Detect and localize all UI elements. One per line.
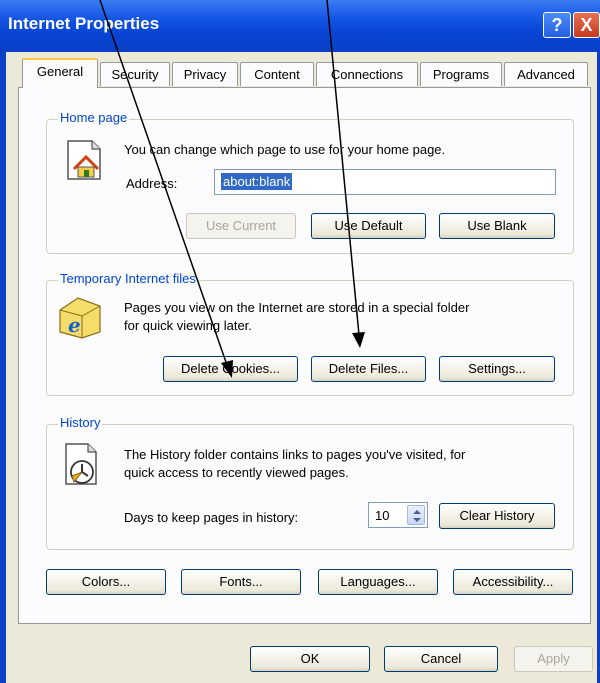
- days-stepper[interactable]: 10: [368, 502, 428, 528]
- history-line1: The History folder contains links to pag…: [124, 447, 466, 462]
- history-group: [46, 424, 574, 550]
- tab-content[interactable]: Content: [240, 62, 314, 86]
- apply-button[interactable]: Apply: [514, 646, 593, 672]
- languages-button[interactable]: Languages...: [318, 569, 438, 595]
- history-icon: [58, 440, 106, 488]
- tab-advanced[interactable]: Advanced: [504, 62, 588, 86]
- history-legend: History: [58, 415, 103, 430]
- days-to-keep-label: Days to keep pages in history:: [124, 510, 299, 525]
- tab-connections[interactable]: Connections: [316, 62, 418, 86]
- address-input[interactable]: about:blank: [214, 169, 556, 195]
- fonts-button[interactable]: Fonts...: [181, 569, 301, 595]
- settings-button[interactable]: Settings...: [439, 356, 555, 382]
- address-value: about:blank: [221, 173, 293, 190]
- history-line2: quick access to recently viewed pages.: [124, 465, 349, 480]
- home-page-description: You can change which page to use for you…: [124, 142, 446, 157]
- temporary-files-line1: Pages you view on the Internet are store…: [124, 300, 470, 315]
- tab-programs[interactable]: Programs: [420, 62, 502, 86]
- days-spin-arrows[interactable]: [407, 505, 425, 525]
- delete-cookies-button[interactable]: Delete Cookies...: [163, 356, 298, 382]
- ok-button[interactable]: OK: [250, 646, 370, 672]
- use-current-button[interactable]: Use Current: [186, 213, 296, 239]
- delete-files-button[interactable]: Delete Files...: [311, 356, 426, 382]
- colors-button[interactable]: Colors...: [46, 569, 166, 595]
- temporary-files-legend: Temporary Internet files: [58, 271, 198, 286]
- tab-security[interactable]: Security: [100, 62, 170, 86]
- use-blank-button[interactable]: Use Blank: [439, 213, 555, 239]
- cancel-button[interactable]: Cancel: [384, 646, 498, 672]
- window-title: Internet Properties: [8, 14, 160, 33]
- address-label: Address:: [126, 176, 178, 191]
- help-button[interactable]: ?: [543, 12, 571, 38]
- accessibility-button[interactable]: Accessibility...: [453, 569, 573, 595]
- tab-general[interactable]: General: [22, 58, 98, 88]
- days-value: 10: [375, 508, 390, 523]
- close-button[interactable]: X: [573, 12, 600, 38]
- home-page-icon: [60, 135, 108, 183]
- tab-privacy[interactable]: Privacy: [172, 62, 238, 86]
- temporary-files-line2: for quick viewing later.: [124, 318, 252, 333]
- home-page-legend: Home page: [58, 110, 130, 125]
- clear-history-button[interactable]: Clear History: [439, 503, 555, 529]
- svg-text:e: e: [68, 313, 81, 337]
- ie-folder-icon: e: [56, 292, 106, 342]
- use-default-button[interactable]: Use Default: [311, 213, 426, 239]
